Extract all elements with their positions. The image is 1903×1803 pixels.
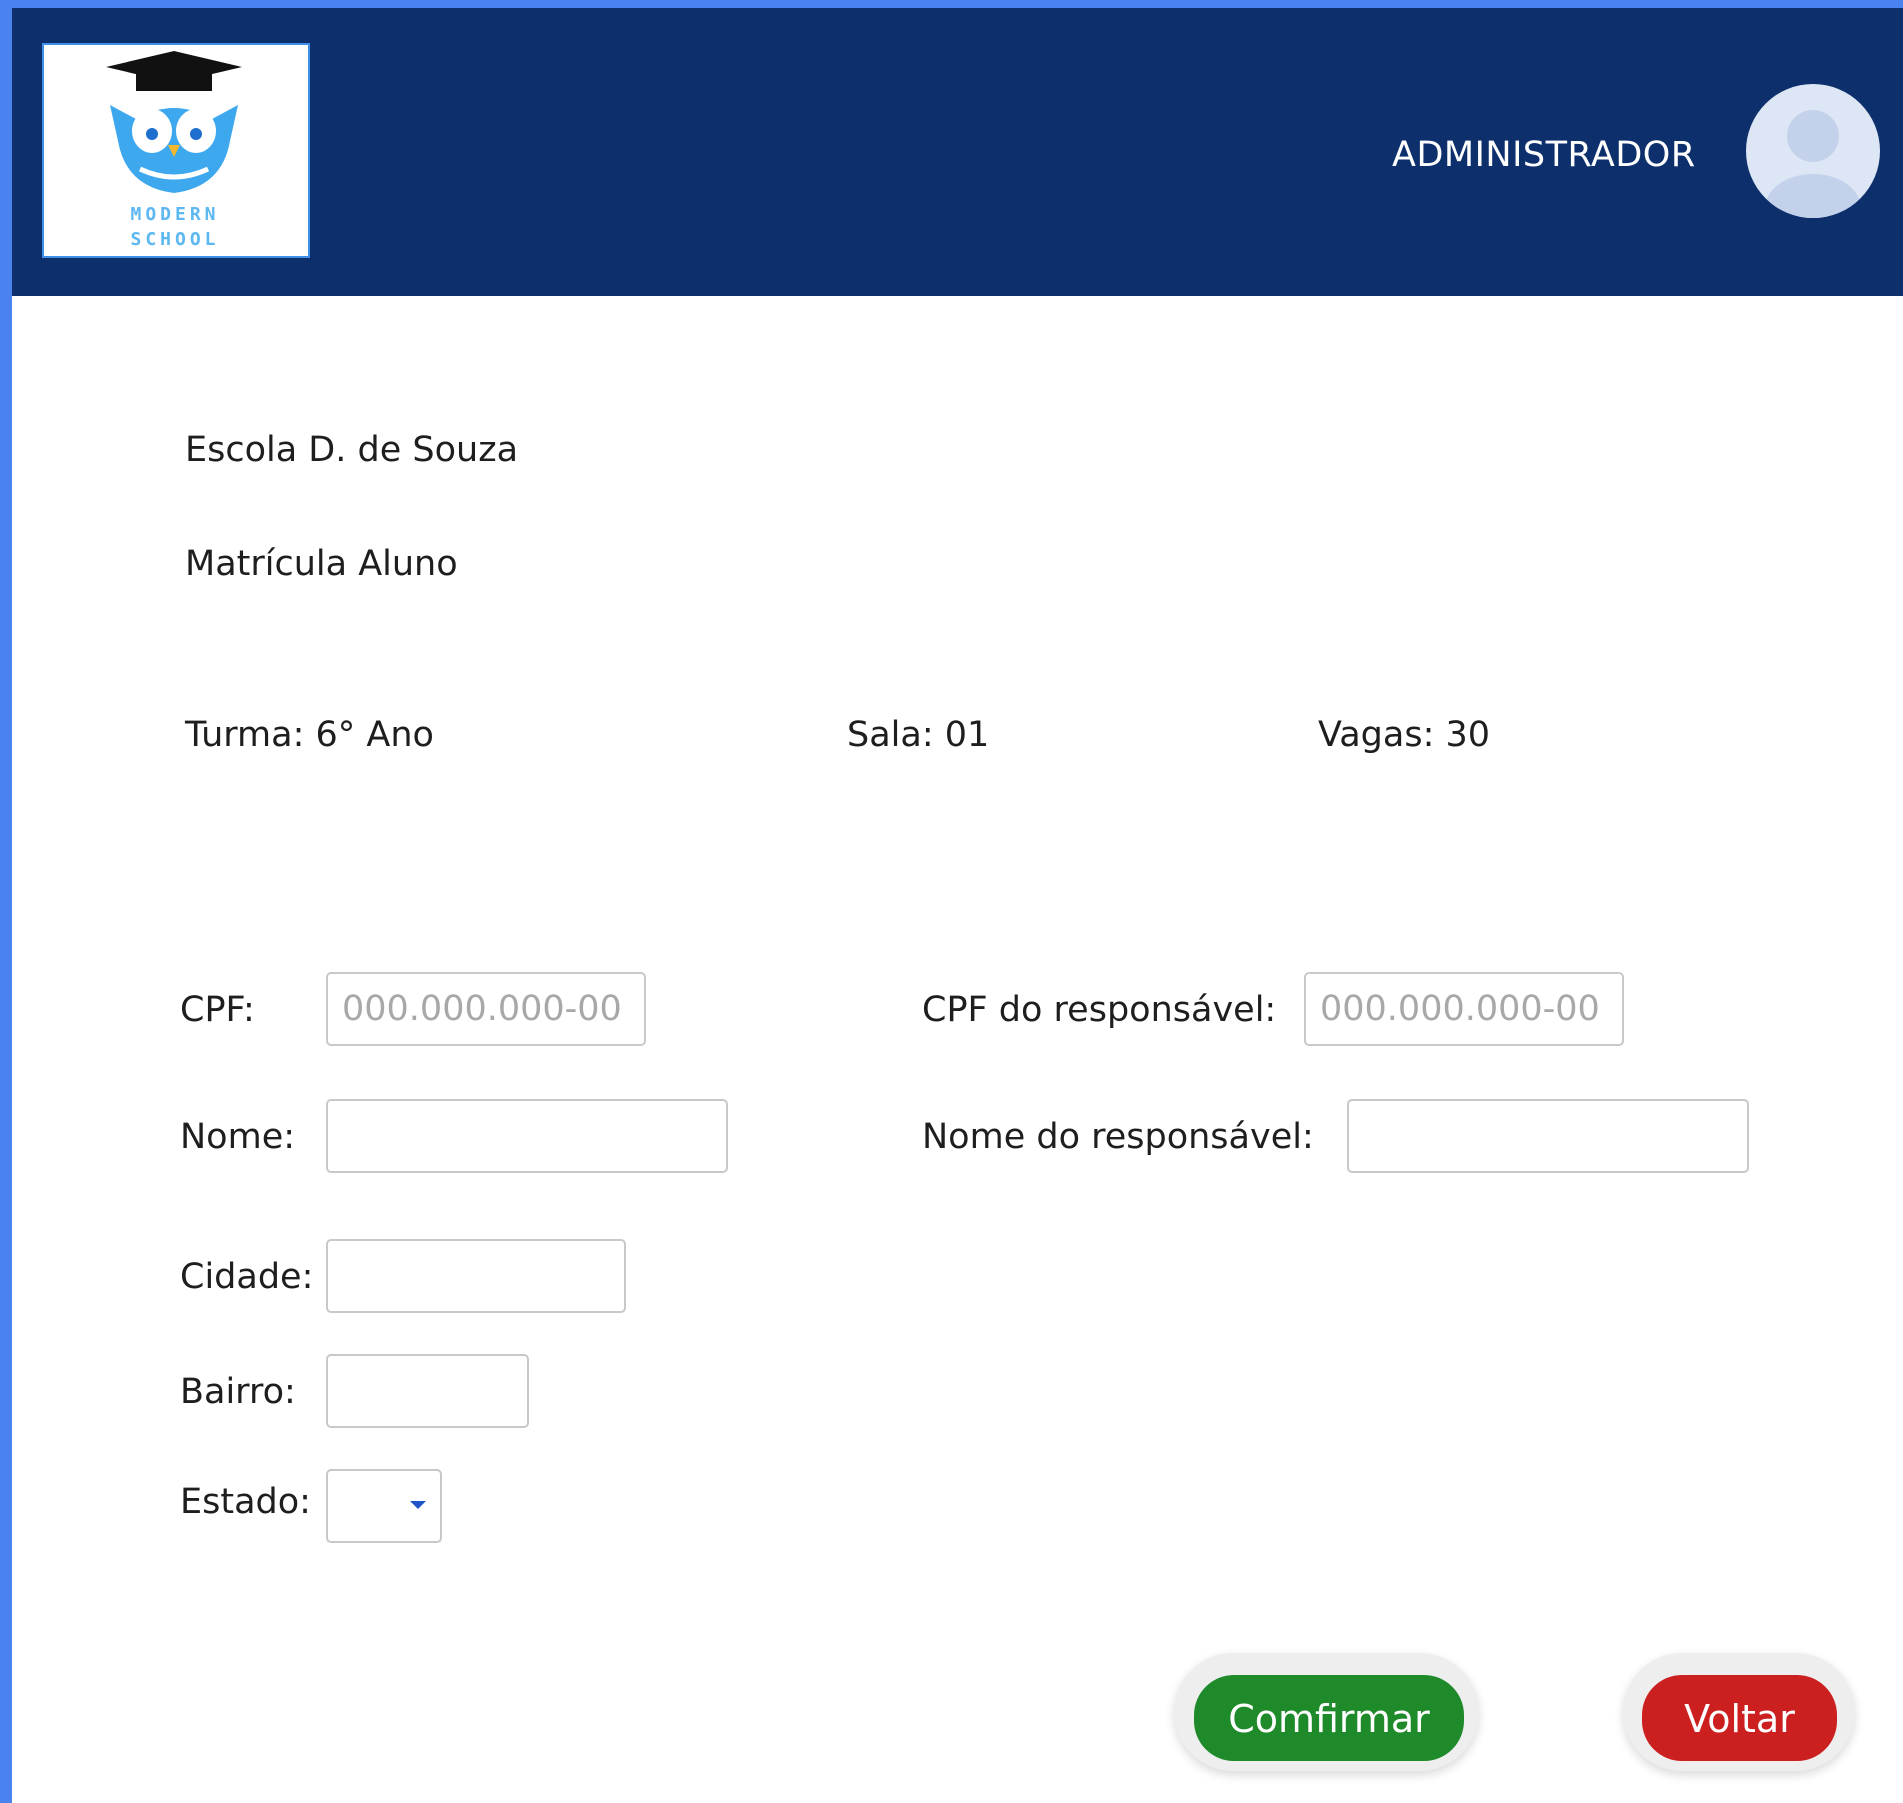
user-avatar-icon[interactable] bbox=[1746, 84, 1880, 218]
cpf-label: CPF: bbox=[180, 990, 255, 1030]
cpf-responsavel-label: CPF do responsável: bbox=[922, 990, 1277, 1030]
confirm-button[interactable]: Comfirmar bbox=[1194, 1675, 1464, 1761]
back-button-container: Voltar bbox=[1623, 1653, 1855, 1771]
nome-responsavel-label: Nome do responsável: bbox=[922, 1117, 1314, 1157]
sala-info: Sala: 01 bbox=[847, 715, 990, 755]
nome-input[interactable] bbox=[326, 1099, 728, 1173]
nome-label: Nome: bbox=[180, 1117, 296, 1157]
school-name: Escola D. de Souza bbox=[185, 430, 519, 470]
user-role-label[interactable]: ADMINISTRADOR bbox=[1392, 135, 1696, 175]
logo-text-line2: SCHOOL bbox=[130, 229, 219, 250]
app-window: MODERN SCHOOL ADMINISTRADOR Escola D. de… bbox=[12, 8, 1903, 1803]
nome-responsavel-input[interactable] bbox=[1347, 1099, 1749, 1173]
bairro-input[interactable] bbox=[326, 1354, 529, 1428]
chevron-down-icon bbox=[410, 1501, 426, 1509]
back-button[interactable]: Voltar bbox=[1642, 1675, 1837, 1761]
cpf-input[interactable] bbox=[326, 972, 646, 1046]
logo-text-line1: MODERN bbox=[130, 204, 219, 225]
section-title: Matrícula Aluno bbox=[185, 544, 458, 584]
cidade-input[interactable] bbox=[326, 1239, 626, 1313]
vagas-info: Vagas: 30 bbox=[1318, 715, 1491, 755]
cpf-responsavel-input[interactable] bbox=[1304, 972, 1624, 1046]
owl-graduation-cap-icon: MODERN SCHOOL bbox=[106, 51, 242, 250]
cidade-label: Cidade: bbox=[180, 1257, 314, 1297]
confirm-button-container: Comfirmar bbox=[1174, 1653, 1479, 1771]
top-header: MODERN SCHOOL ADMINISTRADOR bbox=[12, 8, 1903, 296]
school-logo[interactable]: MODERN SCHOOL bbox=[42, 43, 310, 258]
bairro-label: Bairro: bbox=[180, 1372, 296, 1412]
estado-select[interactable] bbox=[326, 1469, 442, 1543]
estado-label: Estado: bbox=[180, 1482, 311, 1522]
turma-info: Turma: 6° Ano bbox=[185, 715, 434, 755]
